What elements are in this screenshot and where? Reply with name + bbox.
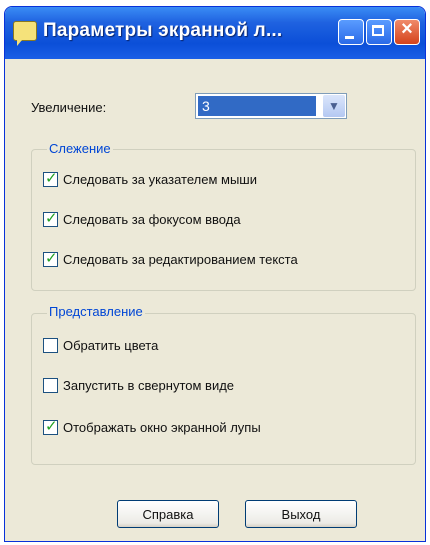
show-magnifier-label: Отображать окно экранной лупы [63,420,261,435]
start-minimized-option[interactable]: Запустить в свернутом виде [43,378,234,393]
close-button[interactable]: × [394,18,420,45]
tracking-group-title: Слежение [47,141,113,156]
help-button[interactable]: Справка [117,500,219,528]
close-icon: × [401,18,413,40]
show-magnifier-checkbox[interactable] [43,417,58,435]
zoom-label: Увеличение: [31,100,107,115]
follow-focus-checkbox[interactable] [43,209,58,227]
follow-text-edit-option[interactable]: Следовать за редактированием текста [43,249,298,267]
exit-button[interactable]: Выход [245,500,357,528]
zoom-select[interactable]: 3 ▼ [195,93,347,119]
invert-colors-checkbox[interactable] [43,338,58,353]
magnifier-settings-window: Параметры экранной л... × Увеличение: 3 … [4,6,426,542]
minimize-button[interactable] [338,19,364,45]
follow-focus-option[interactable]: Следовать за фокусом ввода [43,209,241,227]
show-magnifier-option[interactable]: Отображать окно экранной лупы [43,417,261,435]
presentation-group-title: Представление [47,304,145,319]
chevron-down-icon: ▼ [328,99,340,113]
zoom-dropdown-button[interactable]: ▼ [323,95,345,117]
maximize-button[interactable] [366,19,392,45]
window-title: Параметры экранной л... [43,20,283,41]
follow-mouse-option[interactable]: Следовать за указателем мыши [43,169,257,187]
app-icon [13,21,37,46]
follow-text-edit-label: Следовать за редактированием текста [63,252,298,267]
title-bar[interactable]: Параметры экранной л... × [5,7,425,59]
start-minimized-label: Запустить в свернутом виде [63,378,235,393]
follow-text-edit-checkbox[interactable] [43,249,58,267]
follow-mouse-label: Следовать за указателем мыши [63,172,257,187]
follow-focus-label: Следовать за фокусом ввода [63,212,241,227]
follow-mouse-checkbox[interactable] [43,169,58,187]
invert-colors-label: Обратить цвета [63,338,159,353]
start-minimized-checkbox[interactable] [43,378,58,393]
invert-colors-option[interactable]: Обратить цвета [43,338,158,353]
zoom-value: 3 [198,96,316,116]
